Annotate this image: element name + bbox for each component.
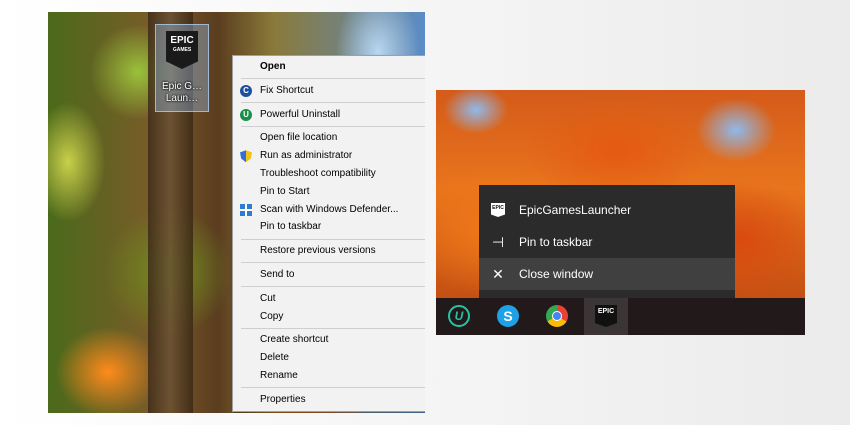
desktop-shortcut-label: Epic G… Laun… (161, 81, 202, 104)
taskbar-button-iobit-uninstaller[interactable]: U (437, 298, 481, 335)
epic-games-icon: EPIC (491, 203, 505, 217)
menu-item-label: Fix Shortcut (260, 84, 314, 96)
context-menu-item-open[interactable]: Open (233, 58, 425, 76)
uac-shield-icon (240, 150, 252, 163)
context-menu-item-rename[interactable]: Rename (233, 367, 425, 385)
menu-item-label: Send to (260, 268, 295, 280)
menu-item-label: Delete (260, 352, 289, 364)
jump-list-label: Close window (519, 267, 594, 281)
context-menu-item-open-file-location[interactable]: Open file location (233, 129, 425, 147)
desktop-right: EPIC EpicGamesLauncher ⊣ Pin to taskbar ✕ Clo… (436, 90, 805, 335)
context-menu: Open C Fix Shortcut U Powerful Uninstall Open… (232, 55, 425, 412)
context-menu-item-troubleshoot-compatibility[interactable]: Troubleshoot compatibility (233, 165, 425, 183)
menu-item-label: Copy (260, 310, 284, 322)
context-menu-item-properties[interactable]: Properties (233, 391, 425, 409)
jump-list-label: Pin to taskbar (519, 235, 593, 249)
taskbar-button-skype[interactable]: S (486, 298, 530, 335)
epic-games-taskbar-icon: EPIC (595, 305, 617, 327)
context-menu-item-powerful-uninstall[interactable]: U Powerful Uninstall (233, 106, 425, 124)
context-menu-item-cut[interactable]: Cut (233, 290, 425, 308)
context-menu-item-pin-to-start[interactable]: Pin to Start (233, 183, 425, 201)
menu-separator (241, 125, 425, 127)
menu-item-label: Run as administrator (260, 150, 353, 162)
menu-item-label: Troubleshoot compatibility (260, 167, 376, 179)
context-menu-item-send-to[interactable]: Send to› (233, 266, 425, 284)
desktop-left: EPIC GAMES Epic G… Laun… Open C Fix Shortc… (48, 12, 425, 413)
menu-item-label: Pin to taskbar (260, 221, 322, 233)
jump-list-item-pin-to-taskbar[interactable]: ⊣ Pin to taskbar (479, 226, 735, 258)
taskbar-button-epic-games-taskbar[interactable]: EPIC (584, 298, 628, 335)
context-menu-item-scan-with-windows-defender[interactable]: Scan with Windows Defender... (233, 201, 425, 219)
menu-separator (241, 78, 425, 80)
menu-item-label: Cut (260, 292, 276, 304)
iobit-uninstaller-icon: U (448, 305, 470, 327)
jump-list-item-close-window[interactable]: ✕ Close window (479, 258, 735, 290)
jump-list-item-epicgameslauncher[interactable]: EPIC EpicGamesLauncher (479, 194, 735, 226)
menu-item-label: Restore previous versions (260, 245, 376, 257)
menu-item-label: Open (260, 61, 286, 72)
taskbar-button-chrome[interactable] (535, 298, 579, 335)
chrome-icon (546, 305, 568, 327)
menu-item-label: Open file location (260, 132, 338, 144)
desktop-shortcut-epic-games[interactable]: EPIC GAMES Epic G… Laun… (155, 24, 209, 112)
ccleaner-icon: C (240, 84, 252, 97)
menu-item-label: Scan with Windows Defender... (260, 203, 399, 215)
taskbar: U S EPIC (436, 298, 805, 335)
menu-separator (241, 102, 425, 104)
context-menu-item-copy[interactable]: Copy (233, 308, 425, 326)
menu-separator (241, 286, 425, 288)
context-menu-item-fix-shortcut[interactable]: C Fix Shortcut (233, 82, 425, 100)
context-menu-item-delete[interactable]: Delete (233, 349, 425, 367)
close-icon: ✕ (492, 266, 504, 282)
uninstall-icon: U (240, 108, 252, 121)
taskbar-jump-list: EPIC EpicGamesLauncher ⊣ Pin to taskbar ✕ Clo… (479, 185, 735, 298)
jump-list-label: EpicGamesLauncher (519, 203, 632, 217)
context-menu-item-restore-previous-versions[interactable]: Restore previous versions (233, 242, 425, 260)
context-menu-item-create-shortcut[interactable]: Create shortcut (233, 331, 425, 349)
epic-games-icon: EPIC GAMES (166, 31, 198, 69)
menu-separator (241, 327, 425, 329)
menu-separator (241, 262, 425, 264)
menu-item-label: Create shortcut (260, 334, 329, 346)
context-menu-item-pin-to-taskbar[interactable]: Pin to taskbar (233, 218, 425, 236)
menu-item-label: Properties (260, 393, 306, 405)
menu-item-label: Pin to Start (260, 185, 310, 197)
defender-icon (240, 203, 252, 216)
menu-item-label: Rename (260, 369, 298, 381)
skype-icon: S (497, 305, 519, 327)
pin-icon: ⊣ (491, 234, 505, 250)
menu-item-label: Powerful Uninstall (260, 108, 341, 120)
menu-separator (241, 238, 425, 240)
context-menu-item-run-as-administrator[interactable]: Run as administrator (233, 147, 425, 165)
menu-separator (241, 387, 425, 389)
